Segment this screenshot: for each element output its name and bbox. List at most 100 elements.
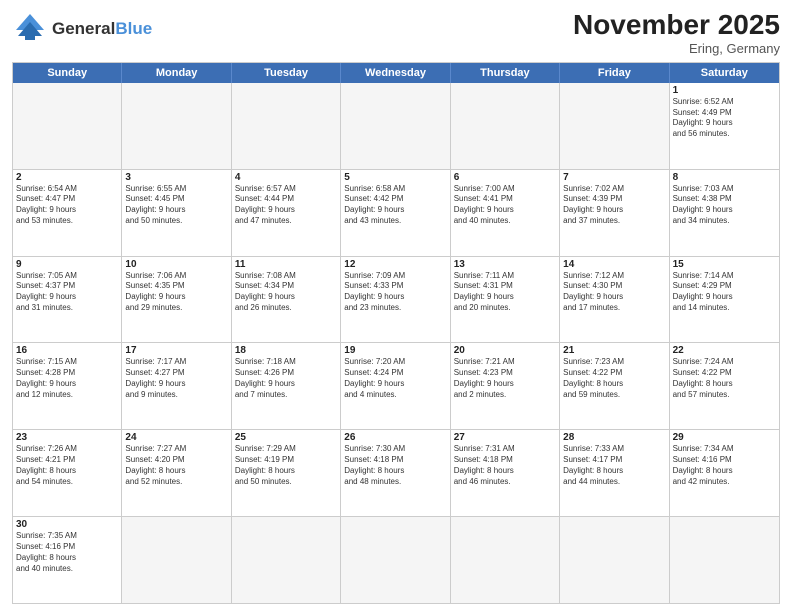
calendar-cell — [451, 83, 560, 169]
weekday-header-thursday: Thursday — [451, 63, 560, 83]
calendar-cell: 24Sunrise: 7:27 AM Sunset: 4:20 PM Dayli… — [122, 430, 231, 516]
calendar-cell — [341, 517, 450, 603]
calendar-cell: 21Sunrise: 7:23 AM Sunset: 4:22 PM Dayli… — [560, 343, 669, 429]
day-number: 4 — [235, 172, 337, 183]
calendar-cell: 22Sunrise: 7:24 AM Sunset: 4:22 PM Dayli… — [670, 343, 779, 429]
day-info: Sunrise: 6:52 AM Sunset: 4:49 PM Dayligh… — [673, 97, 776, 140]
month-title: November 2025 — [573, 10, 780, 41]
calendar-cell — [451, 517, 560, 603]
day-info: Sunrise: 7:26 AM Sunset: 4:21 PM Dayligh… — [16, 444, 118, 487]
day-number: 21 — [563, 345, 665, 356]
day-number: 16 — [16, 345, 118, 356]
day-info: Sunrise: 7:24 AM Sunset: 4:22 PM Dayligh… — [673, 357, 776, 400]
calendar-cell: 20Sunrise: 7:21 AM Sunset: 4:23 PM Dayli… — [451, 343, 560, 429]
day-number: 20 — [454, 345, 556, 356]
day-number: 13 — [454, 259, 556, 270]
calendar-row-6: 30Sunrise: 7:35 AM Sunset: 4:16 PM Dayli… — [13, 516, 779, 603]
day-number: 26 — [344, 432, 446, 443]
weekday-header-sunday: Sunday — [13, 63, 122, 83]
calendar-cell: 25Sunrise: 7:29 AM Sunset: 4:19 PM Dayli… — [232, 430, 341, 516]
day-info: Sunrise: 7:18 AM Sunset: 4:26 PM Dayligh… — [235, 357, 337, 400]
page: GeneralBlue November 2025 Ering, Germany… — [0, 0, 792, 612]
day-number: 22 — [673, 345, 776, 356]
weekday-header-tuesday: Tuesday — [232, 63, 341, 83]
day-info: Sunrise: 7:29 AM Sunset: 4:19 PM Dayligh… — [235, 444, 337, 487]
day-number: 11 — [235, 259, 337, 270]
header: GeneralBlue November 2025 Ering, Germany — [12, 10, 780, 56]
day-number: 12 — [344, 259, 446, 270]
calendar-cell: 19Sunrise: 7:20 AM Sunset: 4:24 PM Dayli… — [341, 343, 450, 429]
calendar-cell — [122, 517, 231, 603]
day-info: Sunrise: 6:58 AM Sunset: 4:42 PM Dayligh… — [344, 184, 446, 227]
calendar-cell: 17Sunrise: 7:17 AM Sunset: 4:27 PM Dayli… — [122, 343, 231, 429]
calendar-cell — [560, 517, 669, 603]
calendar-cell: 28Sunrise: 7:33 AM Sunset: 4:17 PM Dayli… — [560, 430, 669, 516]
day-number: 5 — [344, 172, 446, 183]
day-info: Sunrise: 7:21 AM Sunset: 4:23 PM Dayligh… — [454, 357, 556, 400]
day-info: Sunrise: 7:30 AM Sunset: 4:18 PM Dayligh… — [344, 444, 446, 487]
calendar: SundayMondayTuesdayWednesdayThursdayFrid… — [12, 62, 780, 604]
calendar-cell: 7Sunrise: 7:02 AM Sunset: 4:39 PM Daylig… — [560, 170, 669, 256]
calendar-cell: 9Sunrise: 7:05 AM Sunset: 4:37 PM Daylig… — [13, 257, 122, 343]
day-number: 28 — [563, 432, 665, 443]
logo: GeneralBlue — [12, 10, 152, 46]
calendar-cell: 2Sunrise: 6:54 AM Sunset: 4:47 PM Daylig… — [13, 170, 122, 256]
day-number: 15 — [673, 259, 776, 270]
day-number: 29 — [673, 432, 776, 443]
calendar-cell: 1Sunrise: 6:52 AM Sunset: 4:49 PM Daylig… — [670, 83, 779, 169]
day-number: 24 — [125, 432, 227, 443]
calendar-cell: 11Sunrise: 7:08 AM Sunset: 4:34 PM Dayli… — [232, 257, 341, 343]
title-block: November 2025 Ering, Germany — [573, 10, 780, 56]
day-number: 1 — [673, 85, 776, 96]
day-info: Sunrise: 7:31 AM Sunset: 4:18 PM Dayligh… — [454, 444, 556, 487]
location-subtitle: Ering, Germany — [573, 41, 780, 56]
day-info: Sunrise: 7:12 AM Sunset: 4:30 PM Dayligh… — [563, 271, 665, 314]
day-info: Sunrise: 7:34 AM Sunset: 4:16 PM Dayligh… — [673, 444, 776, 487]
weekday-header-wednesday: Wednesday — [341, 63, 450, 83]
day-number: 9 — [16, 259, 118, 270]
calendar-cell — [560, 83, 669, 169]
calendar-cell — [232, 517, 341, 603]
calendar-cell: 10Sunrise: 7:06 AM Sunset: 4:35 PM Dayli… — [122, 257, 231, 343]
calendar-cell — [341, 83, 450, 169]
day-info: Sunrise: 7:11 AM Sunset: 4:31 PM Dayligh… — [454, 271, 556, 314]
day-info: Sunrise: 7:00 AM Sunset: 4:41 PM Dayligh… — [454, 184, 556, 227]
weekday-header-friday: Friday — [560, 63, 669, 83]
calendar-row-3: 9Sunrise: 7:05 AM Sunset: 4:37 PM Daylig… — [13, 256, 779, 343]
calendar-cell — [13, 83, 122, 169]
day-number: 17 — [125, 345, 227, 356]
day-number: 19 — [344, 345, 446, 356]
day-info: Sunrise: 7:15 AM Sunset: 4:28 PM Dayligh… — [16, 357, 118, 400]
calendar-row-4: 16Sunrise: 7:15 AM Sunset: 4:28 PM Dayli… — [13, 342, 779, 429]
day-number: 25 — [235, 432, 337, 443]
day-info: Sunrise: 7:14 AM Sunset: 4:29 PM Dayligh… — [673, 271, 776, 314]
day-info: Sunrise: 7:09 AM Sunset: 4:33 PM Dayligh… — [344, 271, 446, 314]
day-number: 30 — [16, 519, 118, 530]
day-info: Sunrise: 7:33 AM Sunset: 4:17 PM Dayligh… — [563, 444, 665, 487]
day-number: 23 — [16, 432, 118, 443]
calendar-cell — [232, 83, 341, 169]
calendar-cell: 16Sunrise: 7:15 AM Sunset: 4:28 PM Dayli… — [13, 343, 122, 429]
calendar-cell: 30Sunrise: 7:35 AM Sunset: 4:16 PM Dayli… — [13, 517, 122, 603]
day-number: 18 — [235, 345, 337, 356]
day-info: Sunrise: 6:55 AM Sunset: 4:45 PM Dayligh… — [125, 184, 227, 227]
calendar-cell — [670, 517, 779, 603]
day-number: 7 — [563, 172, 665, 183]
day-number: 14 — [563, 259, 665, 270]
calendar-row-2: 2Sunrise: 6:54 AM Sunset: 4:47 PM Daylig… — [13, 169, 779, 256]
calendar-cell: 3Sunrise: 6:55 AM Sunset: 4:45 PM Daylig… — [122, 170, 231, 256]
calendar-cell: 27Sunrise: 7:31 AM Sunset: 4:18 PM Dayli… — [451, 430, 560, 516]
day-number: 3 — [125, 172, 227, 183]
calendar-cell: 29Sunrise: 7:34 AM Sunset: 4:16 PM Dayli… — [670, 430, 779, 516]
calendar-cell: 14Sunrise: 7:12 AM Sunset: 4:30 PM Dayli… — [560, 257, 669, 343]
day-number: 6 — [454, 172, 556, 183]
day-info: Sunrise: 7:03 AM Sunset: 4:38 PM Dayligh… — [673, 184, 776, 227]
calendar-cell: 18Sunrise: 7:18 AM Sunset: 4:26 PM Dayli… — [232, 343, 341, 429]
day-number: 2 — [16, 172, 118, 183]
day-info: Sunrise: 6:57 AM Sunset: 4:44 PM Dayligh… — [235, 184, 337, 227]
day-number: 27 — [454, 432, 556, 443]
calendar-header: SundayMondayTuesdayWednesdayThursdayFrid… — [13, 63, 779, 83]
day-info: Sunrise: 7:08 AM Sunset: 4:34 PM Dayligh… — [235, 271, 337, 314]
calendar-cell: 15Sunrise: 7:14 AM Sunset: 4:29 PM Dayli… — [670, 257, 779, 343]
weekday-header-monday: Monday — [122, 63, 231, 83]
